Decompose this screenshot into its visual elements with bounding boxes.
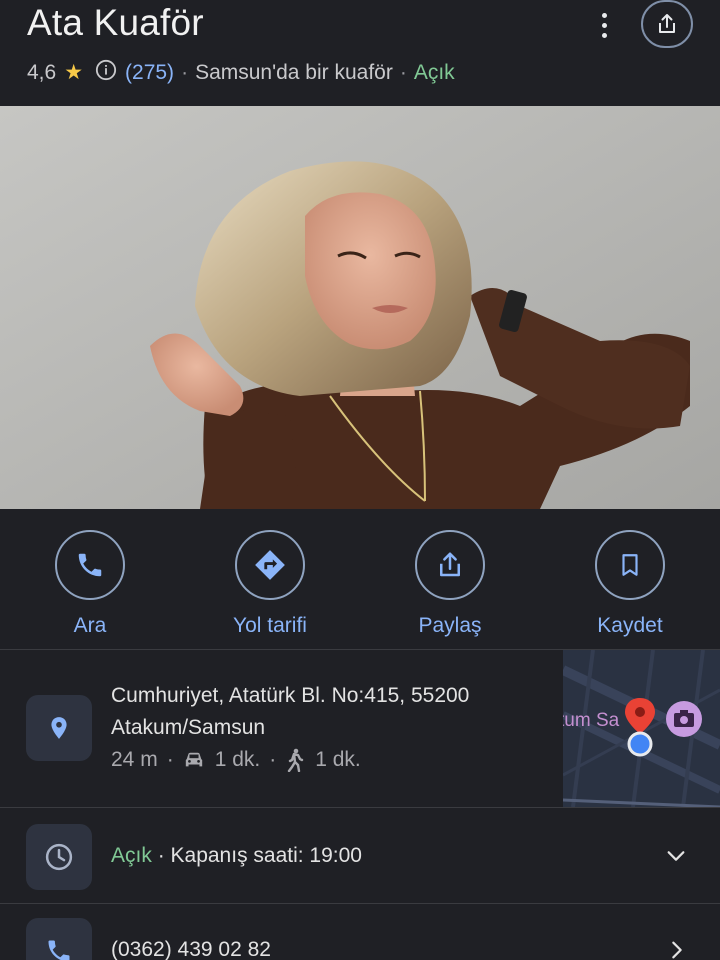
place-meta: 4,6 ★ (275) · Samsun'da bir kuaför · Açı… [27, 59, 455, 85]
phone-icon [48, 940, 70, 960]
more-dot-icon [601, 22, 607, 28]
place-title: Ata Kuaför [27, 2, 204, 43]
location-pin-icon [51, 717, 67, 739]
place-header: Ata Kuaför 4,6 ★ (275) · Samsun'da bir k… [0, 0, 720, 106]
save-button-circle[interactable] [595, 530, 665, 600]
call-label: Ara [73, 614, 107, 637]
address-text: Cumhuriyet, Atatürk Bl. No:415, 55200 At… [111, 680, 551, 744]
directions-button[interactable]: Yol tarifi [180, 509, 360, 649]
rating-value: 4,6 [27, 60, 57, 84]
address-line-1: Cumhuriyet, Atatürk Bl. No:415, 55200 [111, 684, 470, 707]
chevron-right-icon[interactable] [666, 938, 688, 960]
call-button[interactable]: Ara [0, 509, 180, 649]
review-count-link[interactable]: (275) [125, 61, 174, 85]
bookmark-icon [622, 554, 638, 576]
phone-row[interactable]: (0362) 439 02 82 [0, 904, 720, 960]
directions-icon [255, 550, 285, 580]
distance-value: 24 m [111, 748, 158, 771]
place-category: Samsun'da bir kuaför [195, 60, 393, 84]
share-label: Paylaş [418, 614, 482, 637]
location-icon-box [26, 695, 92, 761]
directions-button-circle[interactable] [235, 530, 305, 600]
camera-icon [666, 701, 702, 737]
separator-dot: · [166, 748, 174, 771]
share-icon [440, 552, 460, 577]
walk-icon [288, 748, 304, 772]
call-button-circle[interactable] [55, 530, 125, 600]
clock-icon [45, 843, 73, 871]
car-icon [185, 752, 202, 767]
map-place-label: tum Sa [563, 710, 620, 731]
hours-row[interactable]: Açık · Kapanış saati: 19:00 [0, 808, 720, 903]
clock-icon-box [26, 824, 92, 890]
phone-number: (0362) 439 02 82 [111, 938, 271, 960]
meta-separator: · [181, 60, 189, 84]
chevron-down-icon[interactable] [664, 845, 688, 867]
header-share-button[interactable] [641, 0, 693, 48]
directions-label: Yol tarifi [233, 614, 307, 637]
star-icon: ★ [64, 61, 84, 84]
map-thumbnail[interactable]: tum Sa [563, 650, 720, 807]
save-button[interactable]: Kaydet [540, 509, 720, 649]
share-button-circle[interactable] [415, 530, 485, 600]
action-bar: Ara Yol tarifi Paylaş Kaydet [0, 509, 720, 649]
map-pin-icon [625, 698, 655, 757]
closing-time: · Kapanış saati: 19:00 [157, 844, 362, 867]
share-button[interactable]: Paylaş [360, 509, 540, 649]
distance-info: 24 m · 1 dk. · 1 dk. [111, 748, 361, 772]
more-dot-icon [601, 32, 607, 38]
share-icon [659, 14, 675, 33]
photo-illustration [0, 106, 720, 509]
drive-time: 1 dk. [214, 748, 261, 771]
walk-time: 1 dk. [315, 748, 361, 771]
phone-icon [78, 553, 102, 577]
save-label: Kaydet [597, 614, 663, 637]
place-photo[interactable] [0, 106, 720, 509]
hours-open-status: Açık [111, 844, 152, 867]
separator-dot: · [269, 748, 277, 771]
more-options-button[interactable] [590, 8, 618, 42]
hours-text: Açık · Kapanış saati: 19:00 [111, 844, 362, 868]
address-line-2: Atakum/Samsun [111, 716, 266, 739]
info-icon[interactable] [95, 59, 117, 81]
meta-separator: · [399, 60, 407, 84]
phone-icon-box [26, 918, 92, 960]
more-dot-icon [601, 12, 607, 18]
open-status: Açık [413, 60, 455, 84]
